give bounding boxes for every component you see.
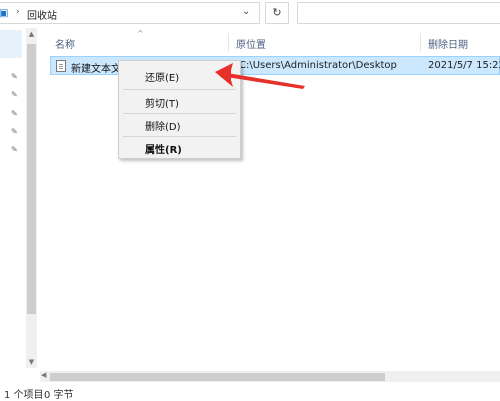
status-item-count: 1 个项目 bbox=[4, 390, 44, 401]
pin-icon: ✎ bbox=[11, 90, 18, 99]
scroll-up-icon[interactable]: ▲ bbox=[26, 30, 37, 40]
pin-icon: ✎ bbox=[11, 127, 18, 136]
menu-item-properties[interactable]: 属性(R) bbox=[145, 141, 182, 156]
horizontal-scrollbar-thumb[interactable] bbox=[50, 373, 385, 381]
breadcrumb-separator[interactable]: › bbox=[16, 7, 20, 17]
column-name[interactable]: 名称 bbox=[55, 36, 75, 51]
status-bar: 1 个项目 0 字节 bbox=[0, 383, 500, 401]
column-original-location[interactable]: 原位置 bbox=[236, 36, 266, 51]
nav-selected-item[interactable] bbox=[0, 30, 22, 58]
scroll-down-icon[interactable]: ▼ bbox=[26, 358, 37, 368]
menu-item-cut[interactable]: 剪切(T) bbox=[145, 95, 179, 110]
column-header-row: 名称 ^ 原位置 删除日期 bbox=[40, 29, 500, 51]
breadcrumb-recycle-bin[interactable]: 回收站 bbox=[27, 7, 57, 22]
file-name: 新建文本文 bbox=[71, 64, 121, 75]
search-input[interactable] bbox=[297, 2, 500, 24]
chevron-down-icon[interactable]: ⌄ bbox=[242, 6, 250, 17]
menu-separator bbox=[123, 113, 236, 114]
address-bar[interactable]: ▣ › 回收站 ⌄ bbox=[0, 2, 260, 24]
text-file-icon bbox=[56, 60, 66, 72]
pin-icon: ✎ bbox=[11, 109, 18, 118]
menu-item-delete[interactable]: 删除(D) bbox=[145, 118, 181, 133]
column-divider[interactable] bbox=[228, 33, 229, 51]
scroll-left-icon[interactable]: ◀ bbox=[41, 371, 46, 379]
nav-scrollbar-thumb[interactable] bbox=[27, 44, 36, 314]
recycle-bin-icon: ▣ bbox=[0, 8, 9, 19]
column-date-deleted[interactable]: 删除日期 bbox=[428, 36, 468, 51]
pin-icon: ✎ bbox=[11, 145, 18, 154]
menu-item-restore[interactable]: 还原(E) bbox=[145, 69, 179, 84]
status-selection: 0 字节 bbox=[44, 390, 74, 401]
file-date-deleted: 2021/5/7 15:22 bbox=[428, 60, 500, 71]
annotation-arrow-icon bbox=[215, 63, 305, 89]
menu-separator bbox=[123, 136, 236, 137]
navigation-pane: ✎ ✎ ✎ ✎ ✎ bbox=[0, 28, 28, 368]
sort-ascending-icon: ^ bbox=[137, 29, 144, 38]
address-row: ▣ › 回收站 ⌄ ↻ bbox=[0, 0, 500, 28]
refresh-button[interactable]: ↻ bbox=[265, 2, 289, 24]
pin-icon: ✎ bbox=[11, 72, 18, 81]
refresh-icon: ↻ bbox=[272, 6, 282, 19]
column-divider[interactable] bbox=[420, 33, 421, 51]
